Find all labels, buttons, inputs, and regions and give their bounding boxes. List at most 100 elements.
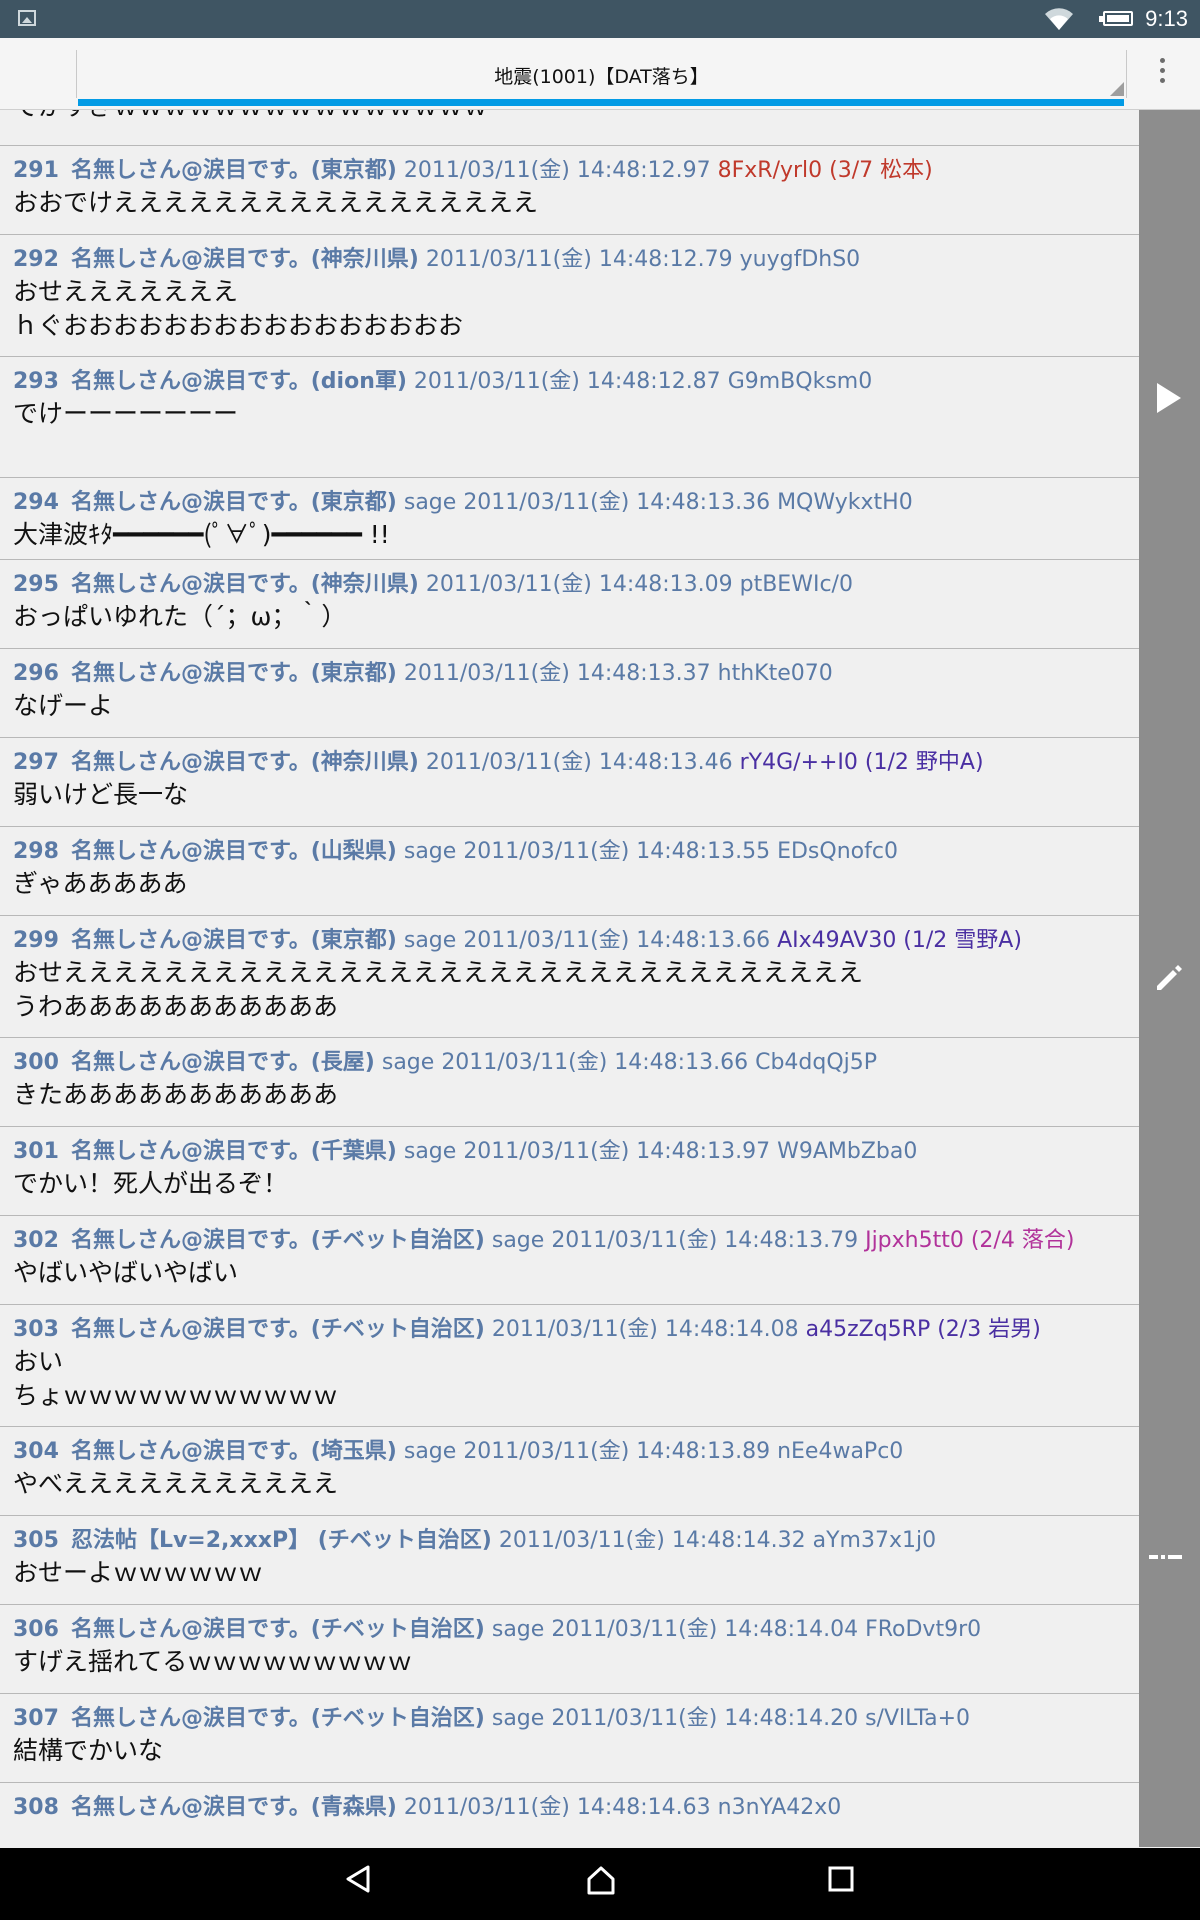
poster-mail: sage — [403, 839, 457, 864]
post-number[interactable]: 298 — [13, 839, 59, 864]
post-body-line — [13, 431, 1139, 465]
poster-id[interactable]: n3nYA42x0 — [718, 1795, 842, 1820]
post-number[interactable]: 307 — [13, 1706, 59, 1731]
poster-id[interactable]: FRoDvt9r0 — [865, 1617, 981, 1642]
post-number[interactable]: 305 — [13, 1528, 59, 1553]
post-header: 293 名無しさん@涙目です。(dion軍) 2011/03/11(金) 14:4… — [13, 367, 1139, 397]
post-item[interactable]: 299 名無しさん@涙目です。(東京都) sage 2011/03/11(金) 1… — [0, 916, 1139, 1038]
post-number[interactable]: 297 — [13, 750, 59, 775]
post-number[interactable]: 292 — [13, 247, 59, 272]
poster-id[interactable]: MQWykxtH0 — [777, 490, 913, 515]
poster-id[interactable]: 8FxR/yrl0 (3/7 松本) — [718, 158, 933, 183]
poster-id[interactable]: G9mBQksm0 — [728, 369, 873, 394]
post-date: 2011/03/11(金) 14:48:13.89 — [463, 1439, 771, 1464]
post-item[interactable]: 293 名無しさん@涙目です。(dion軍) 2011/03/11(金) 14:4… — [0, 357, 1139, 478]
post-item[interactable]: 295 名無しさん@涙目です。(神奈川県) 2011/03/11(金) 14:48… — [0, 560, 1139, 649]
post-header: 294 名無しさん@涙目です。(東京都) sage 2011/03/11(金) 1… — [13, 488, 1139, 518]
poster-id[interactable]: rY4G/++I0 (1/2 野中A) — [740, 750, 984, 775]
poster-name: 名無しさん@涙目です。(千葉県) — [70, 1139, 397, 1164]
post-item[interactable]: 294 名無しさん@涙目です。(東京都) sage 2011/03/11(金) 1… — [0, 478, 1139, 560]
poster-id[interactable]: ptBEWIc/0 — [740, 572, 853, 597]
post-number[interactable]: 295 — [13, 572, 59, 597]
post-item[interactable]: 301 名無しさん@涙目です。(千葉県) sage 2011/03/11(金) 1… — [0, 1127, 1139, 1216]
post-number[interactable]: 293 — [13, 369, 59, 394]
post-header: 303 名無しさん@涙目です。(チベット自治区) 2011/03/11(金) 14… — [13, 1315, 1139, 1345]
post-number[interactable]: 294 — [13, 490, 59, 515]
poster-name: 名無しさん@涙目です。(山梨県) — [70, 839, 397, 864]
home-icon[interactable] — [585, 1864, 617, 1896]
poster-id[interactable]: s/VlLTa+0 — [865, 1706, 970, 1731]
post-header: 308 名無しさん@涙目です。(青森県) 2011/03/11(金) 14:48:… — [13, 1793, 1139, 1823]
poster-name: 名無しさん@涙目です。(東京都) — [70, 661, 397, 686]
post-item[interactable]: 302 名無しさん@涙目です。(チベット自治区) sage 2011/03/11(… — [0, 1216, 1139, 1305]
poster-name: 名無しさん@涙目です。(神奈川県) — [70, 247, 419, 272]
poster-id[interactable]: nEe4waPc0 — [777, 1439, 903, 1464]
post-item[interactable]: 291 名無しさん@涙目です。(東京都) 2011/03/11(金) 14:48:… — [0, 146, 1139, 235]
post-list[interactable]: でかすぎｗｗｗｗｗｗｗｗｗｗｗｗｗｗｗ 291 名無しさん@涙目です。(東京都) 2… — [0, 110, 1139, 1847]
recents-icon[interactable] — [828, 1866, 854, 1892]
post-body-line: すげえ揺れてるｗｗｗｗｗｗｗｗｗ — [13, 1647, 413, 1676]
poster-mail: sage — [403, 928, 457, 953]
post-number[interactable]: 296 — [13, 661, 59, 686]
poster-id[interactable]: hthKte070 — [718, 661, 833, 686]
post-number[interactable]: 308 — [13, 1795, 59, 1820]
post-date: 2011/03/11(金) 14:48:14.04 — [551, 1617, 859, 1642]
thread-header: 地震(1001)【DAT落ち】 — [0, 38, 1200, 110]
post-date: 2011/03/11(金) 14:48:12.97 — [403, 158, 711, 183]
post-item[interactable]: 308 名無しさん@涙目です。(青森県) 2011/03/11(金) 14:48:… — [0, 1783, 1139, 1847]
post-item[interactable]: 297 名無しさん@涙目です。(神奈川県) 2011/03/11(金) 14:48… — [0, 738, 1139, 827]
poster-id[interactable]: AIx49AV30 (1/2 雪野A) — [777, 928, 1022, 953]
post-date: 2011/03/11(金) 14:48:13.66 — [463, 928, 771, 953]
poster-id[interactable]: aYm37x1j0 — [813, 1528, 936, 1553]
post-number[interactable]: 291 — [13, 158, 59, 183]
poster-mail: sage — [403, 1439, 457, 1464]
post-date: 2011/03/11(金) 14:48:13.46 — [425, 750, 733, 775]
post-number[interactable]: 302 — [13, 1228, 59, 1253]
poster-id[interactable]: EDsQnofc0 — [777, 839, 898, 864]
post-header: 299 名無しさん@涙目です。(東京都) sage 2011/03/11(金) 1… — [13, 926, 1139, 956]
post-number[interactable]: 300 — [13, 1050, 59, 1075]
post-number[interactable]: 301 — [13, 1139, 59, 1164]
post-item[interactable]: 304 名無しさん@涙目です。(埼玉県) sage 2011/03/11(金) 1… — [0, 1427, 1139, 1516]
post-body-line: ｈぐおおおおおおおおおおおおおおおお — [13, 311, 464, 340]
post-header: 302 名無しさん@涙目です。(チベット自治区) sage 2011/03/11(… — [13, 1226, 1139, 1256]
poster-mail: sage — [491, 1617, 545, 1642]
poster-name: 名無しさん@涙目です。(長屋) — [70, 1050, 375, 1075]
wifi-icon — [1045, 8, 1073, 30]
post-number[interactable]: 306 — [13, 1617, 59, 1642]
poster-name: 名無しさん@涙目です。(東京都) — [70, 928, 397, 953]
split-icon[interactable] — [1149, 1552, 1187, 1562]
post-item[interactable]: 292 名無しさん@涙目です。(神奈川県) 2011/03/11(金) 14:48… — [0, 235, 1139, 357]
post-item[interactable]: 298 名無しさん@涙目です。(山梨県) sage 2011/03/11(金) 1… — [0, 827, 1139, 916]
poster-mail: sage — [491, 1228, 545, 1253]
poster-id[interactable]: W9AMbZba0 — [777, 1139, 917, 1164]
post-item[interactable]: 296 名無しさん@涙目です。(東京都) 2011/03/11(金) 14:48:… — [0, 649, 1139, 738]
overflow-menu-icon[interactable] — [1160, 58, 1166, 88]
poster-id[interactable]: yuygfDhS0 — [740, 247, 861, 272]
play-icon[interactable] — [1157, 383, 1181, 413]
post-item[interactable]: でかすぎｗｗｗｗｗｗｗｗｗｗｗｗｗｗｗ — [0, 110, 1139, 146]
poster-id[interactable]: Cb4dqQj5P — [755, 1050, 877, 1075]
pencil-icon[interactable] — [1153, 962, 1185, 994]
post-item[interactable]: 306 名無しさん@涙目です。(チベット自治区) sage 2011/03/11(… — [0, 1605, 1139, 1694]
post-item[interactable]: 305 忍法帖【Lv=2,xxxP】 (チベット自治区) 2011/03/11(金… — [0, 1516, 1139, 1605]
post-date: 2011/03/11(金) 14:48:13.79 — [551, 1228, 859, 1253]
post-number[interactable]: 304 — [13, 1439, 59, 1464]
post-body-line: おおでけえええええええええええええええええ — [13, 188, 539, 217]
thread-title[interactable]: 地震(1001)【DAT落ち】 — [77, 62, 1126, 89]
post-item[interactable]: 307 名無しさん@涙目です。(チベット自治区) sage 2011/03/11(… — [0, 1694, 1139, 1783]
post-header: 297 名無しさん@涙目です。(神奈川県) 2011/03/11(金) 14:48… — [13, 748, 1139, 778]
post-item[interactable]: 303 名無しさん@涙目です。(チベット自治区) 2011/03/11(金) 14… — [0, 1305, 1139, 1427]
post-date: 2011/03/11(金) 14:48:14.08 — [491, 1317, 799, 1342]
post-number[interactable]: 299 — [13, 928, 59, 953]
post-item[interactable]: 300 名無しさん@涙目です。(長屋) sage 2011/03/11(金) 14… — [0, 1038, 1139, 1127]
back-icon[interactable] — [344, 1864, 372, 1894]
poster-name: 名無しさん@涙目です。(dion軍) — [70, 369, 407, 394]
post-number[interactable]: 303 — [13, 1317, 59, 1342]
post-body-line: おせーよｗｗｗｗｗｗ — [13, 1558, 264, 1587]
post-header: 300 名無しさん@涙目です。(長屋) sage 2011/03/11(金) 14… — [13, 1048, 1139, 1078]
post-body-line: でかすぎｗｗｗｗｗｗｗｗｗｗｗｗｗｗｗ — [13, 110, 1139, 124]
post-date: 2011/03/11(金) 14:48:13.66 — [441, 1050, 749, 1075]
poster-id[interactable]: a45zZq5RP (2/3 岩男) — [806, 1317, 1041, 1342]
poster-id[interactable]: Jjpxh5tt0 (2/4 落合) — [865, 1228, 1074, 1253]
